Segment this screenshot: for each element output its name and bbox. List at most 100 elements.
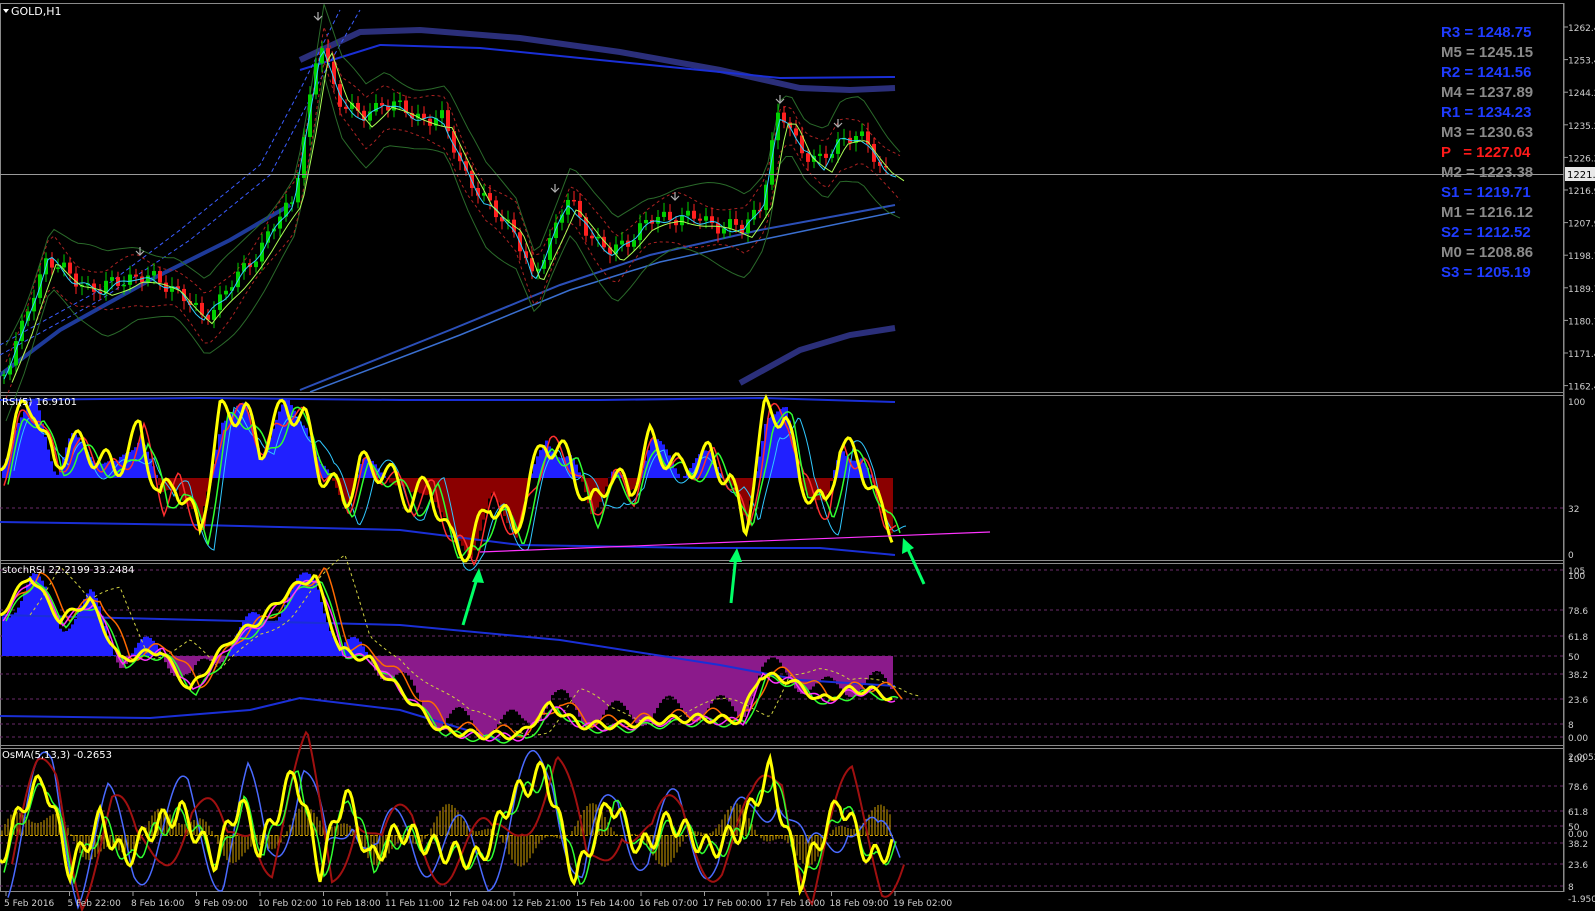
stochrsi-histogram-bar — [782, 656, 785, 668]
osma-tick-label: 23.6 — [1568, 861, 1588, 871]
rsi-histogram-bar — [536, 456, 539, 478]
stochrsi-histogram-bar — [437, 656, 440, 728]
stochrsi-panel — [0, 554, 922, 744]
stochrsi-histogram-bar — [761, 656, 764, 667]
rsi-histogram-bar — [602, 478, 605, 495]
stochrsi-histogram-bar — [779, 656, 782, 663]
rsi-histogram-bar — [467, 478, 470, 555]
rsi-tick-label: 0 — [1568, 551, 1574, 561]
stochrsi-histogram-bar — [545, 656, 548, 709]
stochrsi-histogram-bar — [656, 656, 659, 708]
stochrsi-histogram-bar — [701, 656, 704, 718]
time-tick-label: 10 Feb 02:00 — [258, 899, 317, 909]
time-tick-label: 17 Feb 16:00 — [766, 899, 825, 909]
stochrsi-histogram-bar — [533, 656, 536, 725]
chart-title[interactable]: GOLD,H1 — [3, 5, 62, 18]
outer-envelope-lower — [738, 325, 896, 386]
rsi-histogram-bar — [32, 399, 35, 478]
stochrsi-histogram-bar — [521, 656, 524, 719]
trading-chart[interactable]: 1262.4 1253.4 1244.2 1235.2 1226.2 1216.9 1207… — [0, 0, 1595, 911]
stochrsi-histogram-bar — [620, 656, 623, 703]
stochrsi-histogram-bar — [413, 656, 416, 686]
stochrsi-histogram-bar — [428, 656, 431, 721]
stochrsi-histogram-bar — [713, 656, 716, 700]
rsi-panel — [0, 394, 991, 571]
candlestick — [770, 140, 774, 185]
candlestick — [302, 137, 306, 178]
candlestick — [860, 131, 864, 136]
stochrsi-histogram-bar — [641, 656, 644, 727]
stochrsi-histogram-bar — [2, 616, 5, 656]
stochrsi-histogram-bar — [431, 656, 434, 725]
osma-tick-label: 8 — [1568, 883, 1574, 893]
candlestick — [146, 275, 150, 283]
stochrsi-histogram-bar — [650, 656, 653, 719]
price-tick-label: 1207.9 — [1568, 220, 1595, 230]
stochrsi-histogram-bar — [647, 656, 650, 723]
stochrsi-tick-label: 38.2 — [1568, 671, 1588, 681]
stochrsi-axis: 10510078.661.85038.223.680.00 — [1568, 567, 1588, 744]
time-tick-label: 16 Feb 07:00 — [639, 899, 698, 909]
osma-tick-label: -1.9501 — [1568, 895, 1595, 905]
stochrsi-histogram-bar — [875, 656, 878, 671]
stochrsi-histogram-bar — [590, 656, 593, 729]
stochrsi-histogram-bar — [20, 600, 23, 656]
stochrsi-histogram-bar — [878, 656, 881, 672]
candlestick — [596, 236, 600, 239]
stochrsi-histogram-bar — [830, 656, 833, 678]
time-tick-label: 10 Feb 18:00 — [322, 899, 381, 909]
stochrsi-histogram-bar — [632, 656, 635, 720]
stochrsi-histogram-bar — [596, 656, 599, 724]
time-tick-label: 11 Feb 11:00 — [385, 899, 444, 909]
candlestick — [440, 110, 444, 119]
rsi-histogram-bar — [533, 464, 536, 478]
stochrsi-histogram-bar — [773, 656, 776, 658]
rsi-tick-label: 100 — [1568, 398, 1585, 408]
stochrsi-histogram-bar — [725, 656, 728, 698]
price-tick-label: 1198.7 — [1568, 252, 1595, 262]
candlestick — [692, 210, 696, 219]
stochrsi-histogram-bar — [14, 612, 17, 656]
candlestick — [128, 274, 132, 285]
stochrsi-histogram-bar — [716, 656, 719, 697]
candlestick — [152, 271, 156, 276]
stochrsi-histogram-bar — [806, 656, 809, 693]
candlestick — [686, 210, 690, 216]
candlestick — [698, 218, 702, 221]
stochrsi-histogram-bar — [407, 656, 410, 676]
stochrsi-histogram-bar — [881, 656, 884, 675]
rsi-histogram-bar — [890, 478, 893, 534]
price-tick-label: 1189.7 — [1568, 285, 1595, 295]
rsi-histogram-bar — [389, 478, 392, 483]
stochrsi-histogram-bar — [134, 647, 137, 656]
rsi-histogram-bar — [485, 478, 488, 509]
stochrsi-histogram — [2, 572, 893, 738]
osma-tick-label: 61.8 — [1568, 808, 1588, 818]
stochrsi-histogram-bar — [764, 656, 767, 663]
pivot-level-label: M4 = 1237.89 — [1441, 84, 1534, 101]
stochrsi-histogram-bar — [419, 656, 422, 701]
stochrsi-histogram-bar — [599, 656, 602, 720]
stochrsi-histogram-bar — [410, 656, 413, 680]
stochrsi-histogram-bar — [506, 656, 509, 712]
rsi-histogram-bar — [158, 478, 161, 486]
candlestick — [224, 290, 228, 295]
stochrsi-histogram-bar — [719, 656, 722, 696]
stochrsi-histogram-bar — [326, 623, 329, 656]
dashed-envelope — [0, 9, 341, 346]
candlestick — [62, 262, 66, 268]
stochrsi-histogram-bar — [659, 656, 662, 703]
stochrsi-histogram-bar — [809, 656, 812, 690]
candlestick — [356, 102, 360, 111]
osma-tick-label: 100 — [1568, 755, 1585, 765]
rsi-histogram-bar — [830, 478, 833, 481]
stochrsi-histogram-bar — [509, 656, 512, 710]
stochrsi-histogram-bar — [695, 656, 698, 723]
pivot-level-label: P = 1227.04 — [1441, 144, 1531, 161]
stochrsi-histogram-bar — [425, 656, 428, 715]
stochrsi-histogram-bar — [824, 656, 827, 677]
price-tick-label: 1262.4 — [1568, 24, 1595, 34]
price-axis: 1262.4 1253.4 1244.2 1235.2 1226.2 1216.9 1207… — [1564, 24, 1595, 393]
pivot-level-label: R1 = 1234.23 — [1441, 104, 1532, 121]
stochrsi-histogram-bar — [386, 656, 389, 681]
